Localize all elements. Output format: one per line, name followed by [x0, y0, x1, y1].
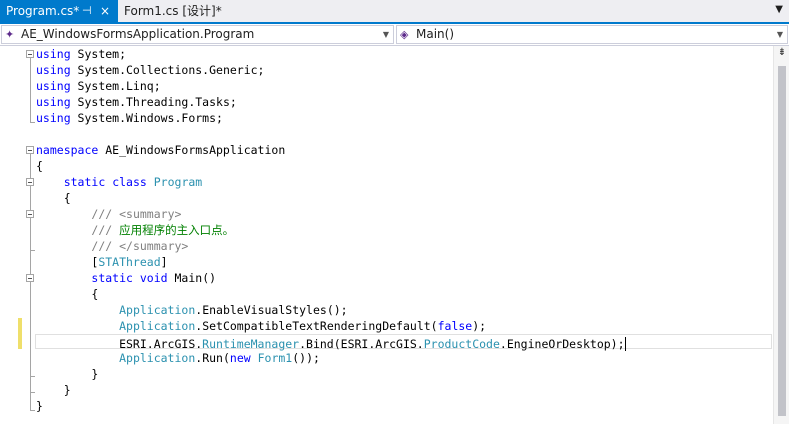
code-line: using System.Collections.Generic; — [36, 63, 265, 77]
code-line: static void Main() — [91, 271, 217, 285]
code-line: ESRI.ArcGIS.RuntimeManager.Bind(ESRI.Arc… — [36, 337, 626, 351]
code-line: } — [36, 383, 71, 397]
collapse-icon[interactable] — [26, 274, 34, 282]
code-line: using System; — [36, 47, 127, 61]
tab-label: Form1.cs [设计]* — [124, 4, 222, 18]
tab-form1-designer[interactable]: Form1.cs [设计]* — [118, 0, 228, 22]
outline-guide-end — [30, 392, 35, 393]
outline-guide-end — [30, 410, 35, 411]
type-dropdown[interactable]: ✦ AE_WindowsFormsApplication.Program ▼ — [1, 25, 394, 44]
collapse-icon[interactable] — [26, 146, 34, 154]
code-line: /// <summary> — [91, 207, 182, 221]
collapse-icon[interactable] — [26, 178, 34, 186]
code-line: { — [36, 159, 43, 173]
document-tab-strip: Program.cs* ⊣ × Form1.cs [设计]* ▼ — [0, 0, 789, 24]
code-line: Application.EnableVisualStyles(); — [119, 303, 348, 317]
code-line: Application.SetCompatibleTextRenderingDe… — [119, 319, 487, 333]
code-line: using System.Windows.Forms; — [36, 111, 223, 125]
collapse-icon[interactable] — [26, 210, 34, 218]
member-dropdown-value: Main() — [416, 27, 455, 41]
outline-guide-end — [30, 122, 35, 123]
pin-icon[interactable]: ⊣ — [82, 0, 92, 22]
collapse-icon[interactable] — [26, 50, 34, 58]
outline-guide — [30, 282, 31, 376]
class-icon: ✦ — [5, 28, 15, 41]
code-line: } — [36, 399, 43, 413]
member-dropdown[interactable]: ◈ Main() ▼ — [396, 25, 788, 44]
tab-overflow-dropdown-icon[interactable]: ▼ — [775, 4, 783, 15]
method-icon: ◈ — [400, 28, 409, 41]
vertical-scrollbar[interactable]: ⇟ — [773, 46, 789, 424]
unsaved-change-marker — [18, 318, 22, 349]
tab-label: Program.cs* — [6, 4, 80, 18]
text-caret — [624, 337, 626, 351]
outline-guide-end — [30, 250, 35, 251]
split-view-icon[interactable]: ⇟ — [777, 48, 787, 58]
tab-program-cs[interactable]: Program.cs* ⊣ × — [0, 0, 118, 22]
code-editor[interactable]: using System; using System.Collections.G… — [0, 46, 773, 424]
outline-guide — [30, 58, 31, 122]
code-line: /// 应用程序的主入口点。 — [91, 223, 235, 237]
code-line: using System.Threading.Tasks; — [36, 95, 237, 109]
indicator-margin — [0, 46, 16, 424]
close-icon[interactable]: × — [100, 0, 110, 22]
code-line: Application.Run(new Form1()); — [119, 351, 320, 365]
code-line: static class Program — [63, 175, 203, 189]
outline-guide — [30, 218, 31, 250]
chevron-down-icon: ▼ — [382, 30, 389, 39]
chevron-down-icon: ▼ — [776, 30, 783, 39]
code-line: using System.Linq; — [36, 79, 161, 93]
code-line: /// </summary> — [91, 239, 189, 253]
code-line: { — [36, 191, 71, 205]
code-line: } — [36, 367, 99, 381]
code-line: [STAThread] — [36, 255, 168, 269]
code-line: namespace AE_WindowsFormsApplication — [36, 143, 286, 157]
scrollbar-thumb[interactable] — [778, 66, 786, 416]
outline-guide-end — [30, 376, 35, 377]
code-line: { — [36, 287, 99, 301]
navigation-bar: ✦ AE_WindowsFormsApplication.Program ▼ ◈… — [0, 24, 789, 46]
type-dropdown-value: AE_WindowsFormsApplication.Program — [21, 27, 255, 41]
